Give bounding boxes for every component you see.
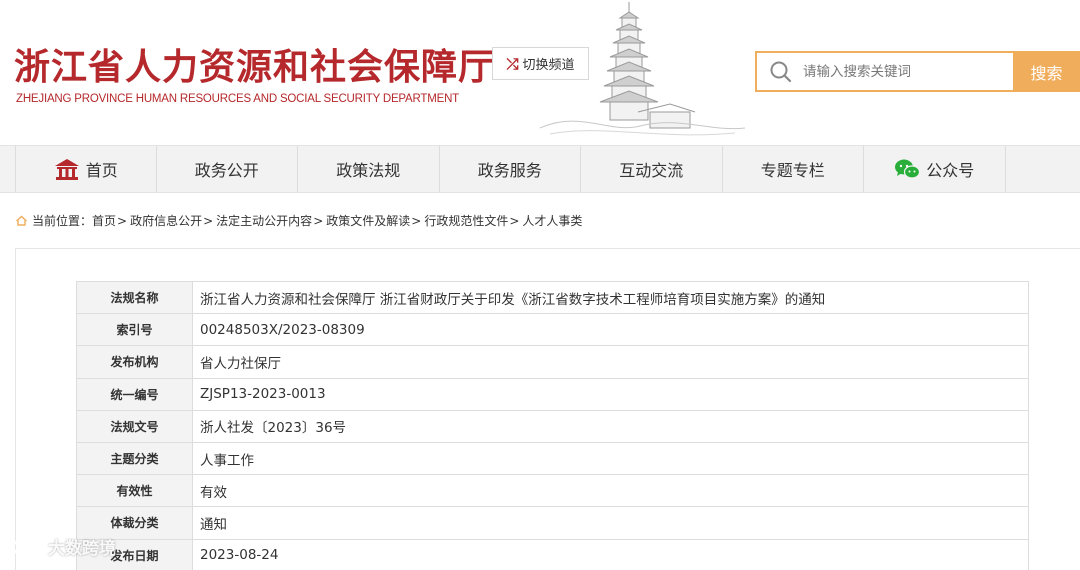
table-row: 主题分类 人事工作 (76, 441, 1029, 476)
search-icon (770, 61, 792, 82)
breadcrumb-item[interactable]: 首页 (92, 212, 116, 229)
breadcrumb: 当前位置： 首页 > 政府信息公开 > 法定主动公开内容 > 政策文件及解读 > 行政规… (15, 212, 582, 229)
nav-item-label: 政务公开 (194, 161, 259, 180)
home-outline-icon (16, 215, 27, 226)
table-row: 法规名称 浙江省人力资源和社会保障厅 浙江省财政厅关于印发《浙江省数字技术工程师培… (76, 280, 1029, 315)
meta-value: 浙江省人力资源和社会保障厅 浙江省财政厅关于印发《浙江省数字技术工程师培育项目实… (192, 280, 1029, 315)
nav-item-label: 专题专栏 (760, 161, 825, 180)
meta-value: ZJSP13-2023-0013 (192, 377, 1029, 411)
breadcrumb-item[interactable]: 政策文件及解读 (326, 212, 410, 229)
meta-value: 省人力社保厅 (192, 345, 1029, 379)
nav-item-label: 互动交流 (619, 161, 684, 180)
nav-item-label: 公众号 (926, 161, 975, 180)
main-nav: 首页 政务公开 政策法规 政务服务 互动交流 专题专栏 公众号 (0, 145, 1080, 193)
document-meta-table: 法规名称 浙江省人力资源和社会保障厅 浙江省财政厅关于印发《浙江省数字技术工程师培… (76, 280, 1029, 570)
breadcrumb-item[interactable]: 人才人事类 (522, 212, 582, 229)
breadcrumb-prefix: 当前位置： (32, 214, 93, 228)
breadcrumb-item[interactable]: 法定主动公开内容 (216, 212, 312, 229)
nav-item-special-topics[interactable]: 专题专栏 (723, 146, 864, 192)
nav-item-home[interactable]: 首页 (15, 146, 157, 192)
site-subtitle: ZHEJIANG PROVINCE HUMAN RESOURCES AND SO… (16, 93, 460, 105)
nav-item-label: 政策法规 (336, 161, 401, 180)
breadcrumb-separator: > (203, 213, 214, 228)
table-row: 法规文号 浙人社发〔2023〕36号 (76, 409, 1029, 443)
table-row: 发布日期 2023-08-24 (76, 538, 1029, 570)
meta-key: 发布机构 (76, 345, 193, 379)
breadcrumb-separator: > (313, 213, 324, 228)
search-button[interactable]: 搜索 (1013, 51, 1080, 92)
nav-item-policies[interactable]: 政策法规 (298, 146, 440, 192)
breadcrumb-separator: > (117, 213, 128, 228)
meta-key: 法规名称 (76, 280, 193, 315)
nav-item-services[interactable]: 政务服务 (440, 146, 581, 192)
meta-value: 浙人社发〔2023〕36号 (192, 409, 1029, 443)
site-header: 浙江省人力资源和社会保障厅 ZHEJIANG PROVINCE HUMAN RE… (0, 0, 1080, 145)
watermark-text: 大数跨境 (48, 539, 116, 559)
shuffle-icon: ⤮ (506, 54, 519, 73)
site-title[interactable]: 浙江省人力资源和社会保障厅 (14, 38, 495, 90)
breadcrumb-item[interactable]: 行政规范性文件 (424, 212, 508, 229)
meta-value: 通知 (192, 506, 1029, 540)
meta-value: 有效 (192, 474, 1029, 508)
nav-item-interaction[interactable]: 互动交流 (581, 146, 723, 192)
table-row: 索引号 00248503X/2023-08309 (76, 313, 1029, 347)
nav-item-wechat[interactable]: 公众号 (864, 146, 1006, 192)
meta-key: 法规文号 (76, 409, 193, 443)
meta-value: 人事工作 (192, 441, 1029, 476)
table-row: 体裁分类 通知 (76, 506, 1029, 540)
breadcrumb-separator: > (509, 213, 520, 228)
meta-key: 主题分类 (76, 441, 193, 476)
pagoda-illustration (539, 2, 746, 136)
meta-key: 统一编号 (76, 377, 193, 411)
wechat-icon (895, 159, 921, 179)
watermark: 大数跨境 (8, 534, 116, 559)
page: 浙江省人力资源和社会保障厅 ZHEJIANG PROVINCE HUMAN RE… (0, 0, 1080, 570)
nav-item-label: 首页 (85, 161, 118, 180)
meta-key: 索引号 (76, 313, 193, 347)
home-icon (54, 159, 79, 180)
table-row: 统一编号 ZJSP13-2023-0013 (76, 377, 1029, 411)
meta-key: 有效性 (76, 474, 193, 508)
table-row: 发布机构 省人力社保厅 (76, 345, 1029, 379)
meta-value: 00248503X/2023-08309 (192, 313, 1029, 347)
meta-value: 2023-08-24 (192, 538, 1029, 570)
nav-item-label: 政务服务 (477, 161, 542, 180)
search-input[interactable] (803, 63, 1003, 80)
nav-item-gov-affairs[interactable]: 政务公开 (157, 146, 298, 192)
content-panel: 法规名称 浙江省人力资源和社会保障厅 浙江省财政厅关于印发《浙江省数字技术工程师培… (15, 248, 1080, 570)
search-box (755, 51, 1013, 92)
breadcrumb-separator: > (411, 213, 422, 228)
breadcrumb-item[interactable]: 政府信息公开 (130, 212, 202, 229)
table-row: 有效性 有效 (76, 474, 1029, 508)
watermark-logo-icon (9, 539, 41, 554)
